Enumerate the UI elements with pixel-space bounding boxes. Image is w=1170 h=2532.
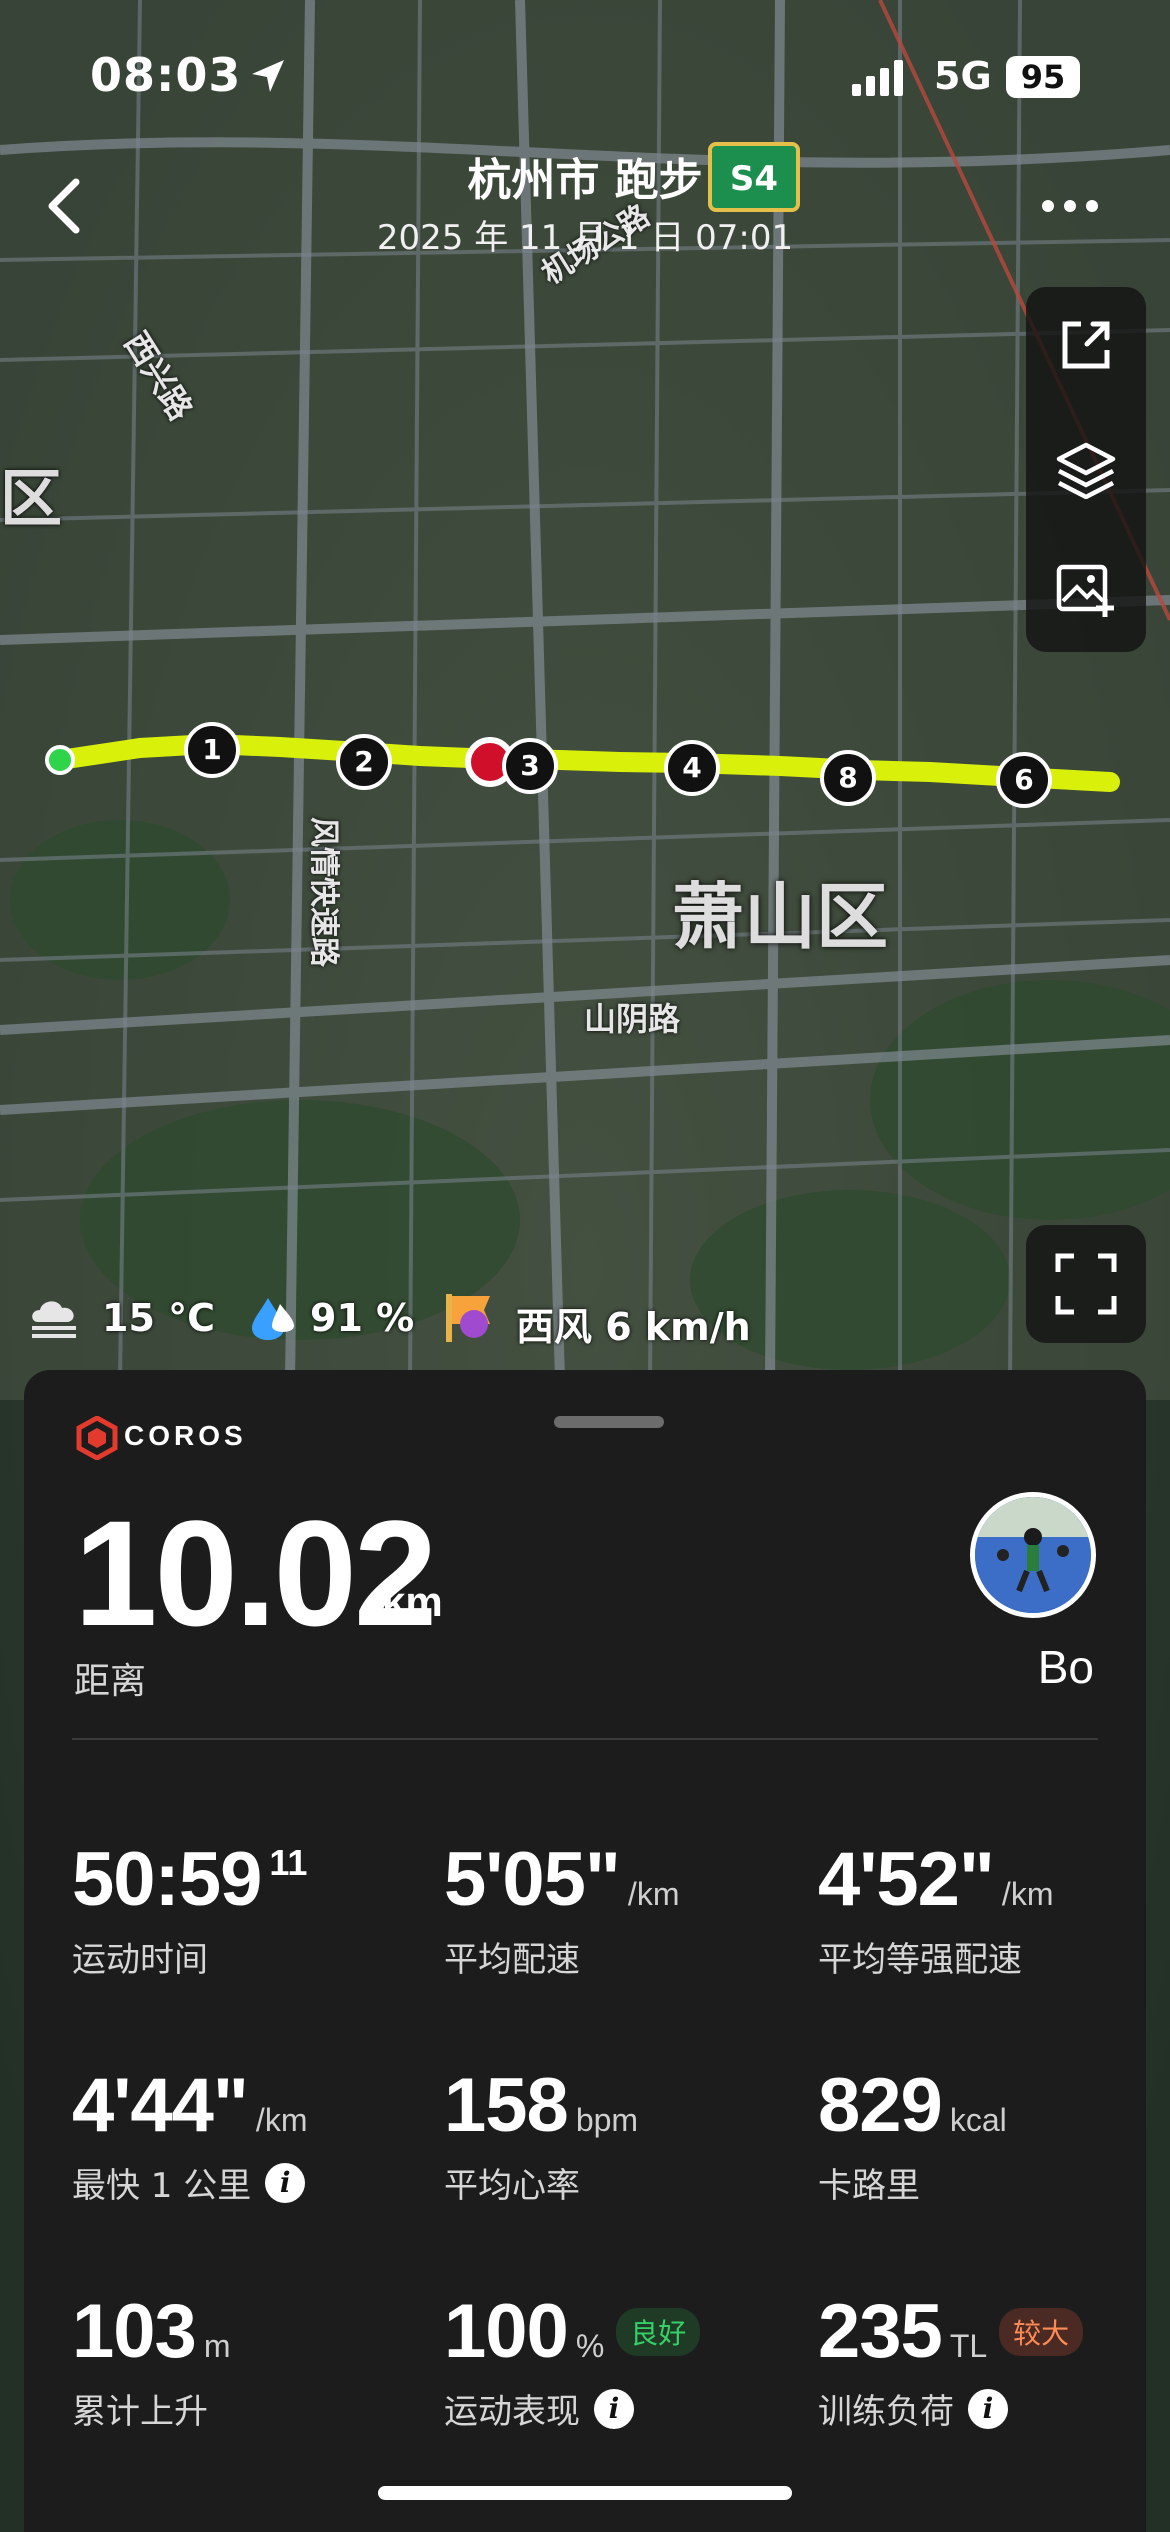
stat-avg-heart-rate: 158 bpm 平均心率 <box>444 2068 638 2207</box>
info-icon[interactable]: i <box>265 2162 306 2203</box>
stat-label: 平均配速 <box>444 1940 580 1980</box>
stat-unit: m <box>203 2328 231 2364</box>
map-label-road-shanyin: 山阴路 <box>584 1000 681 1038</box>
stat-value: 829 <box>818 2063 943 2148</box>
page-title: 杭州市 跑步 <box>467 155 703 206</box>
km-marker-6[interactable]: 6 <box>996 752 1052 808</box>
home-indicator[interactable] <box>378 2486 792 2500</box>
stat-value: 4'44" <box>72 2063 249 2148</box>
start-marker <box>45 745 75 775</box>
activity-summary-panel[interactable]: COROS 10.02 km 距离 Bo 50:59 11 运动时间 5'05" /… <box>24 1370 1146 2532</box>
stat-value: 4'52" <box>818 1837 995 1922</box>
distance-label: 距离 <box>74 1661 147 1702</box>
stat-duration: 50:59 11 运动时间 <box>72 1842 307 1981</box>
stat-label: 累计上升 <box>72 2392 208 2432</box>
distance-value: 10.02 <box>74 1489 437 1657</box>
stat-label: 运动表现 <box>444 2392 580 2432</box>
activity-datetime: 2025 年 11 月 1 日 07:01 <box>376 218 794 258</box>
stat-fastest-km: 4'44"/km 最快 1 公里 i <box>72 2068 307 2207</box>
battery-indicator: 95 <box>1006 56 1080 98</box>
stat-label: 最快 1 公里 <box>72 2166 252 2206</box>
stat-value: 158 <box>444 2063 569 2148</box>
stat-unit: TL <box>949 2328 988 2364</box>
user-name[interactable]: Bo <box>984 1640 1094 1694</box>
info-icon[interactable]: i <box>594 2388 634 2429</box>
km-marker-3[interactable]: 3 <box>502 738 558 794</box>
map-label-district: 萧山区 <box>672 875 889 959</box>
stat-unit: bpm <box>575 2102 639 2138</box>
stat-unit: % <box>575 2328 605 2364</box>
avatar[interactable] <box>970 1492 1096 1618</box>
stat-avg-pace: 5'05"/km 平均配速 <box>444 1842 679 1981</box>
map-label-district-partial: 区 <box>0 462 63 535</box>
stat-value: 103 <box>72 2289 197 2374</box>
km-marker-2[interactable]: 2 <box>336 734 392 790</box>
humidity: 91 % <box>310 1296 415 1340</box>
location-arrow-icon <box>248 56 288 100</box>
stat-unit: /km <box>627 1876 680 1912</box>
km-marker-4[interactable]: 4 <box>664 740 720 796</box>
add-image-icon <box>1056 564 1114 617</box>
coros-logo-icon <box>76 1415 118 1464</box>
wind: 西风 6 km/h <box>516 1305 751 1349</box>
stat-value: 100 <box>444 2289 569 2374</box>
signal-icon <box>852 58 914 102</box>
status-badge: 较大 <box>999 2308 1084 2356</box>
stat-calories: 829 kcal 卡路里 <box>818 2068 1007 2207</box>
status-bar: 08:03 5G 95 <box>0 0 1170 150</box>
humidity-icon <box>250 1294 296 1346</box>
divider <box>72 1738 1098 1740</box>
fullscreen-icon <box>1055 1253 1117 1315</box>
add-photo-button[interactable] <box>1026 532 1146 647</box>
fullscreen-button[interactable] <box>1026 1225 1146 1343</box>
km-marker-8[interactable]: 8 <box>820 750 876 806</box>
stat-unit: kcal <box>949 2102 1007 2138</box>
share-button[interactable] <box>1026 287 1146 402</box>
stat-value: 5'05" <box>444 1837 621 1922</box>
share-icon <box>1062 321 1110 368</box>
stat-value: 50:59 <box>72 1837 262 1922</box>
status-time: 08:03 <box>90 48 242 102</box>
map-label-road-fengqing: 风情快速路 <box>306 817 341 967</box>
brand-name: COROS <box>124 1420 247 1451</box>
stat-unit: /km <box>255 2102 308 2138</box>
stat-label: 训练负荷 <box>818 2392 954 2432</box>
map-tools-panel <box>1026 287 1146 652</box>
status-badge: 良好 <box>616 2308 701 2356</box>
stat-training-load: 235 TL 较大 训练负荷 i <box>818 2289 1084 2433</box>
stat-label: 平均等强配速 <box>818 1940 1022 1980</box>
layers-icon <box>1056 442 1116 499</box>
stat-elevation-gain: 103 m 累计上升 <box>72 2294 230 2433</box>
stat-unit: /km <box>1001 1876 1054 1912</box>
layers-button[interactable] <box>1026 412 1146 527</box>
more-options-button[interactable] <box>1038 194 1102 218</box>
cloud-icon <box>28 1296 80 1346</box>
stat-performance: 100% 良好 运动表现 i <box>444 2289 701 2433</box>
drag-handle[interactable] <box>554 1416 664 1428</box>
stat-label: 平均心率 <box>444 2166 580 2206</box>
stat-value: 235 <box>818 2289 943 2374</box>
km-marker-1[interactable]: 1 <box>184 722 240 778</box>
wind-icon <box>444 1292 498 1348</box>
stat-label: 运动时间 <box>72 1940 208 1980</box>
stat-unit: 11 <box>269 1842 308 1883</box>
network-type: 5G <box>934 54 992 98</box>
temperature: 15 °C <box>102 1296 215 1340</box>
stat-label: 卡路里 <box>818 2166 920 2206</box>
stat-avg-grade-pace: 4'52"/km 平均等强配速 <box>818 1842 1053 1981</box>
distance-unit: km <box>382 1578 443 1625</box>
info-icon[interactable]: i <box>968 2388 1008 2429</box>
